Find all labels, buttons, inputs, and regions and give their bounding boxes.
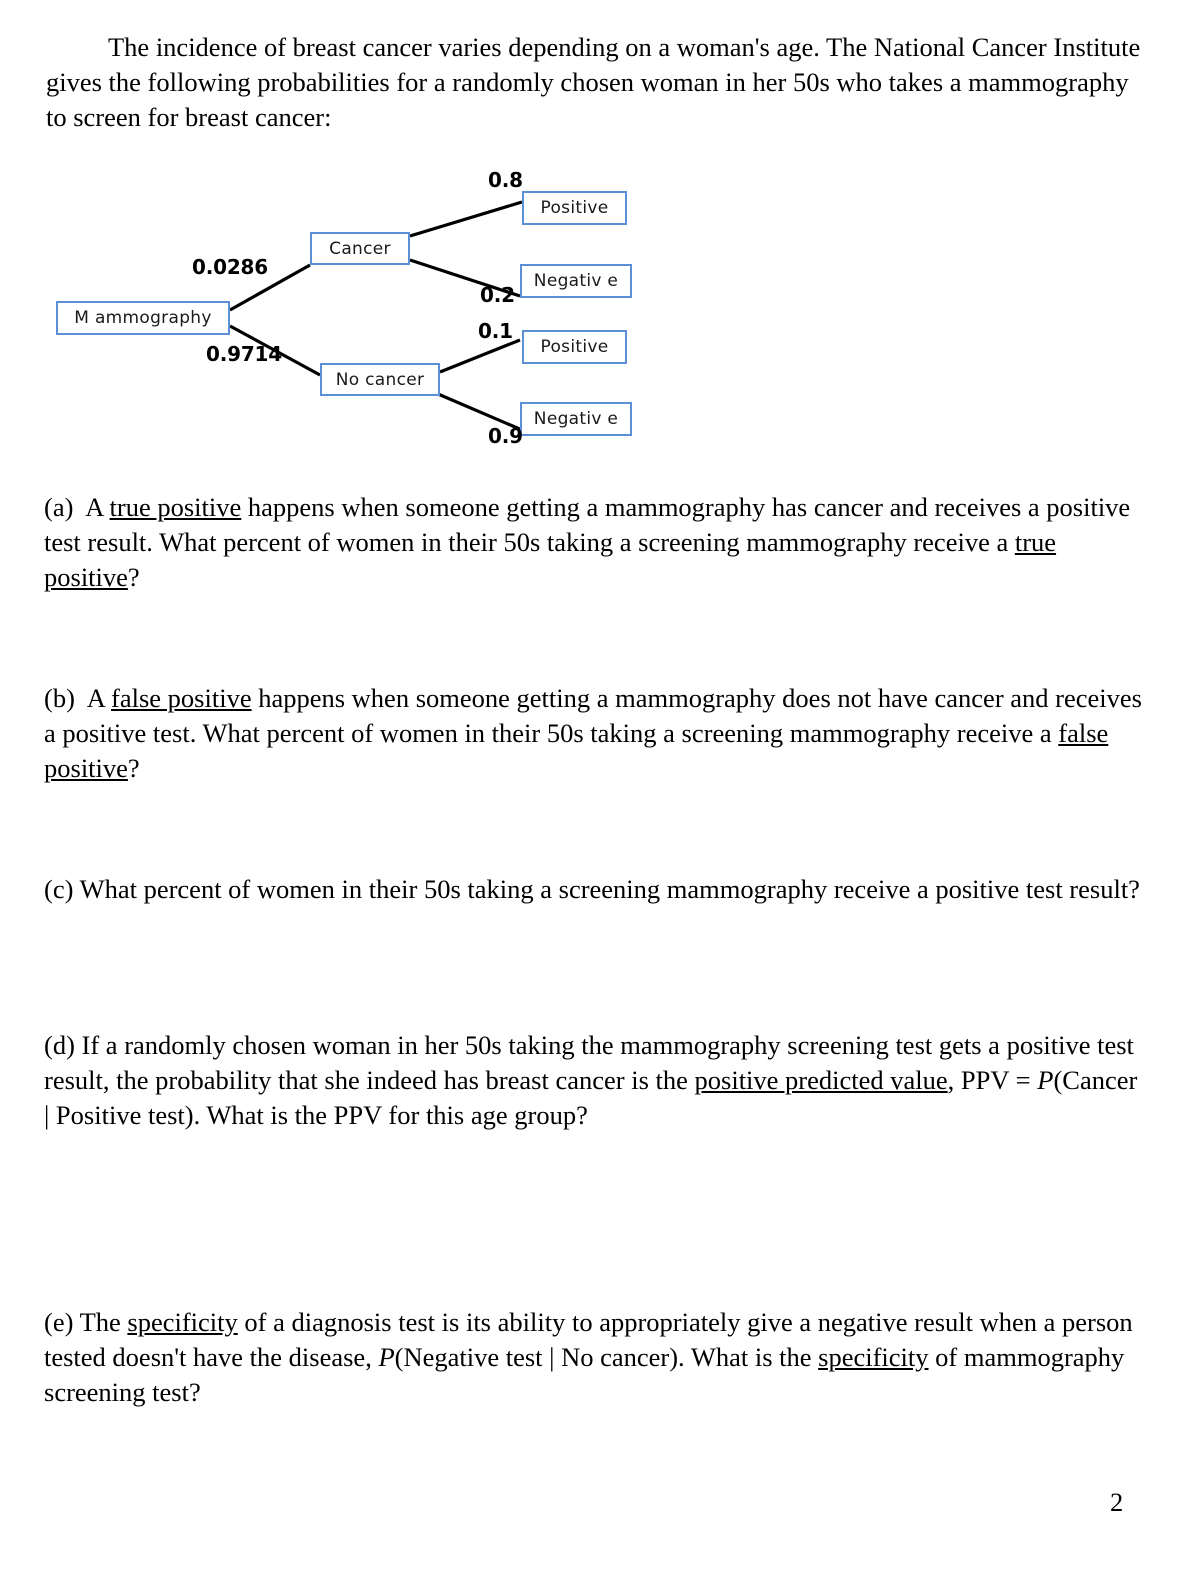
intro-text: The incidence of breast cancer varies de… [46, 32, 1141, 132]
edge-label-0-9-text: 0.9 [488, 424, 523, 448]
edge-label-0-1-text: 0.1 [478, 319, 513, 343]
question-a-term1: true positive [109, 492, 242, 522]
question-e-label: (e) [44, 1307, 74, 1337]
question-d-italic1: P [1037, 1065, 1054, 1095]
tree-node-nocancer-positive: Positive [522, 330, 627, 364]
question-b-term1: false positive [111, 683, 252, 713]
probability-tree-diagram: M ammography Cancer No cancer Positive N… [48, 160, 688, 460]
tree-node-no-cancer: No cancer [320, 363, 440, 396]
tree-node-mammography: M ammography [56, 301, 230, 335]
question-a: (a) A true positive happens when someone… [44, 490, 1140, 595]
question-c-label: (c) [44, 874, 74, 904]
document-page: The incidence of breast cancer varies de… [0, 0, 1200, 1580]
question-c-seg1: What percent of women in their 50s takin… [73, 874, 1140, 904]
edge-label-0-9714-text: 0.9714 [206, 342, 282, 366]
question-d-term1: positive predicted value [694, 1065, 948, 1095]
question-b: (b) A false positive happens when someon… [44, 681, 1142, 786]
question-a-label: (a) [44, 492, 74, 522]
edge-cancer-positive [409, 200, 523, 238]
question-d: (d) If a randomly chosen woman in her 50… [44, 1028, 1144, 1133]
intro-paragraph: The incidence of breast cancer varies de… [46, 30, 1144, 135]
question-e: (e) The specificity of a diagnosis test … [44, 1305, 1142, 1410]
edge-label-0-9: 0.9 [488, 424, 523, 448]
tree-node-cancer-positive-label: Positive [540, 198, 609, 218]
tree-node-nocancer-negative-label: Negativ e [533, 409, 619, 429]
question-d-seg2: , PPV = [947, 1065, 1038, 1095]
question-b-label: (b) [44, 683, 75, 713]
tree-node-nocancer-positive-label: Positive [540, 337, 609, 357]
tree-node-cancer: Cancer [310, 232, 410, 265]
tree-node-cancer-label: Cancer [329, 238, 391, 259]
question-e-term1: specificity [127, 1307, 238, 1337]
edge-label-0-1: 0.1 [478, 319, 513, 343]
edge-label-0-0286: 0.0286 [192, 255, 268, 279]
tree-node-cancer-negative: Negativ e [520, 264, 632, 298]
tree-node-mammography-label: M ammography [74, 308, 212, 328]
edge-label-0-0286-text: 0.0286 [192, 255, 268, 279]
question-a-seg1: A [85, 492, 110, 522]
edge-nocancer-positive [439, 338, 521, 374]
edge-label-0-8-text: 0.8 [488, 168, 523, 192]
page-number: 2 [1110, 1487, 1124, 1517]
question-b-seg1: A [86, 683, 112, 713]
question-e-seg1: The [73, 1307, 128, 1337]
edge-label-0-8: 0.8 [488, 168, 523, 192]
question-c: (c) What percent of women in their 50s t… [44, 872, 1144, 907]
edge-label-0-9714: 0.9714 [206, 342, 282, 366]
edge-label-0-2-text: 0.2 [480, 283, 515, 307]
question-d-label: (d) [44, 1030, 75, 1060]
question-e-seg3: (Negative test | No cancer). What is the [394, 1342, 819, 1372]
edge-label-0-2: 0.2 [480, 283, 515, 307]
question-e-italic1: P [378, 1342, 395, 1372]
question-e-term2: specificity [818, 1342, 929, 1372]
tree-node-cancer-negative-label: Negativ e [533, 271, 619, 291]
question-b-seg3: ? [127, 753, 140, 783]
tree-node-nocancer-negative: Negativ e [520, 402, 632, 436]
question-a-seg3: ? [127, 562, 140, 592]
tree-node-cancer-positive: Positive [522, 191, 627, 225]
tree-node-no-cancer-label: No cancer [335, 369, 425, 390]
